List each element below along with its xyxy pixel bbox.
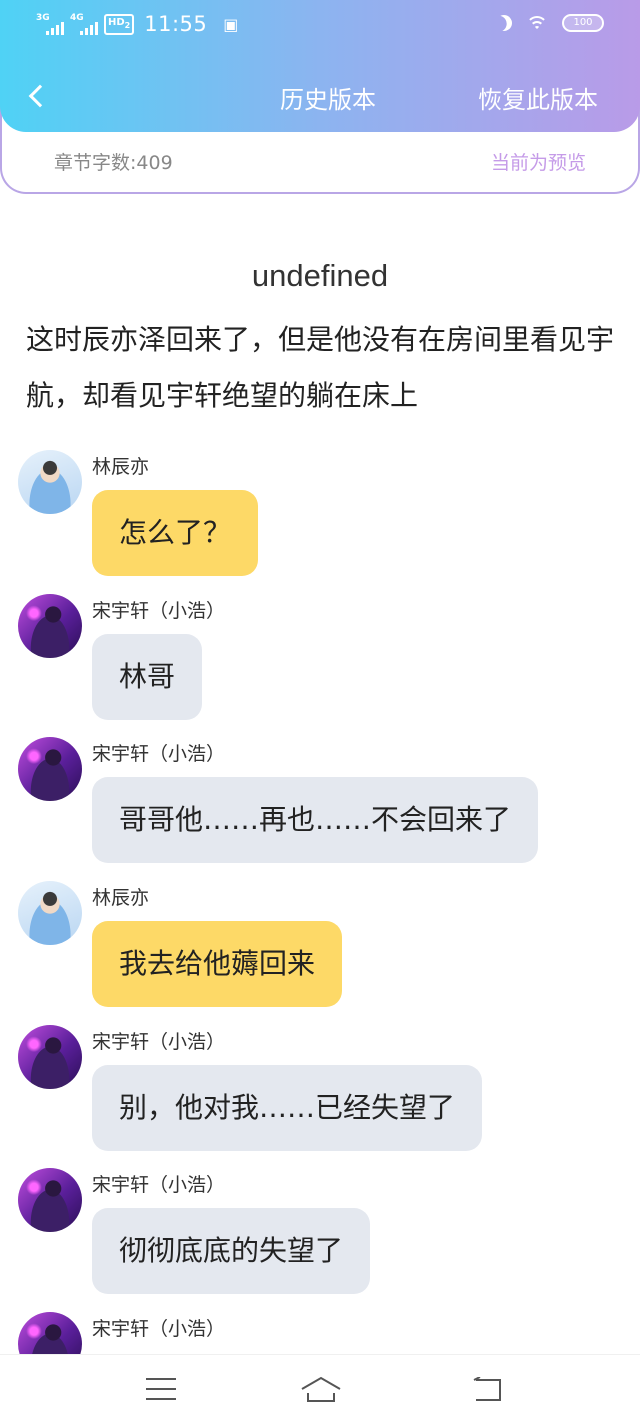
- battery-icon: 100: [562, 14, 604, 32]
- message-bubble: 怎么了？: [92, 490, 259, 576]
- narration-text: 这时辰亦泽回来了，但是他没有在房间里看见宇航，却看见宇轩绝望的躺在床上: [26, 323, 615, 412]
- avatar[interactable]: [18, 594, 82, 658]
- message-bubble: 哥哥他……再也……不会回来了: [92, 777, 539, 863]
- system-nav-bar: [0, 1354, 640, 1427]
- clock: 11:55: [144, 12, 208, 36]
- moon-icon: [493, 12, 515, 34]
- sender-name: 宋宇轩（小浩）: [92, 1318, 226, 1340]
- sender-name: 林辰亦: [92, 456, 150, 478]
- restore-version-button[interactable]: 恢复此版本: [478, 80, 598, 115]
- nav-row: 历史版本 恢复此版本: [0, 72, 640, 120]
- word-count: 章节字数:409: [54, 152, 173, 174]
- sender-name: 宋宇轩（小浩）: [92, 743, 226, 765]
- home-icon[interactable]: [300, 1375, 342, 1405]
- avatar[interactable]: [18, 737, 82, 801]
- status-right: 100: [496, 14, 604, 32]
- avatar[interactable]: [18, 1025, 82, 1089]
- message-bubble: 彻彻底底的失望了: [92, 1208, 371, 1294]
- menu-icon[interactable]: [146, 1377, 176, 1401]
- avatar[interactable]: [18, 1312, 82, 1354]
- signal-icon: 3G: [36, 13, 64, 35]
- preview-status: 当前为预览: [490, 152, 586, 174]
- avatar[interactable]: [18, 1168, 82, 1232]
- sender-name: 宋宇轩（小浩）: [92, 1031, 226, 1053]
- chapter-content[interactable]: undefined 这时辰亦泽回来了，但是他没有在房间里看见宇航，却看见宇轩绝望…: [0, 194, 640, 1354]
- sender-name: 宋宇轩（小浩）: [92, 600, 226, 622]
- notification-icon: ▣: [223, 14, 239, 34]
- chapter-title: undefined: [251, 258, 389, 293]
- header-bar: 3G 4G HD2 11:55 ▣ 100 历史版本 恢复此版本: [0, 0, 640, 132]
- avatar[interactable]: [18, 881, 82, 945]
- message-bubble: 我去给他薅回来: [92, 921, 343, 1007]
- message-bubble: 别，他对我……已经失望了: [92, 1065, 483, 1151]
- avatar[interactable]: [18, 450, 82, 514]
- signal-icon-2: 4G: [70, 13, 98, 35]
- return-icon[interactable]: [472, 1377, 504, 1403]
- status-left: 3G 4G HD2 11:55 ▣: [36, 12, 238, 36]
- message-bubble: 林哥: [92, 634, 203, 720]
- hd-sub: 2: [124, 20, 131, 30]
- sender-name: 林辰亦: [92, 887, 150, 909]
- sender-name: 宋宇轩（小浩）: [92, 1174, 226, 1196]
- hd-label: HD: [108, 16, 125, 28]
- wifi-icon: [526, 14, 548, 32]
- status-bar: 3G 4G HD2 11:55 ▣ 100: [0, 0, 640, 52]
- hd-voice-icon: HD2: [104, 13, 135, 35]
